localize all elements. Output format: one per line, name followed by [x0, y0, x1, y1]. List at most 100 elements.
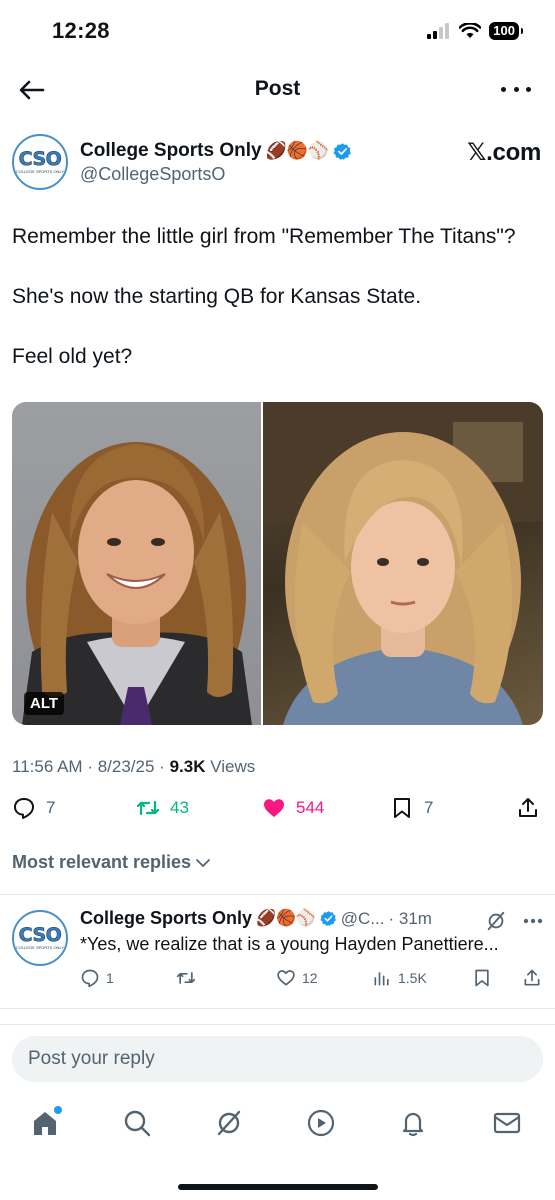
reply-input-placeholder: Post your reply — [28, 1048, 155, 1069]
reply-icon — [81, 969, 99, 988]
reply-repost-button[interactable] — [176, 968, 196, 988]
avatar[interactable]: CSO COLLEGE SPORTS ONLY — [12, 910, 68, 966]
grok-icon[interactable] — [485, 910, 507, 932]
post-text-line: She's now the starting QB for Kansas Sta… — [12, 285, 422, 308]
bell-icon — [402, 1112, 424, 1137]
sports-emojis: 🏈🏀⚾ — [265, 141, 330, 160]
reply-text: *Yes, we realize that is a young Hayden … — [80, 934, 499, 954]
share-icon — [519, 798, 537, 817]
meta-separator: · — [159, 757, 170, 776]
heart-icon — [264, 799, 284, 817]
tab-notifications[interactable] — [398, 1108, 428, 1138]
home-indicator — [178, 1184, 378, 1190]
avatar-logo-text: CSO — [18, 148, 62, 170]
avatar-logo-subtext: COLLEGE SPORTS ONLY — [15, 169, 65, 174]
reply-tools — [485, 910, 543, 932]
status-bar: 12:28 100 — [0, 0, 555, 62]
bottom-tab-bar — [0, 1104, 555, 1148]
play-circle-icon — [307, 1109, 335, 1137]
media-photo-left[interactable]: ALT — [12, 402, 261, 725]
status-icons: 100 — [427, 22, 523, 40]
avatar-logo-subtext: COLLEGE SPORTS ONLY — [15, 945, 65, 950]
wifi-icon — [459, 23, 482, 38]
author-handle[interactable]: @CollegeSportsO — [80, 164, 225, 185]
reply-views-count: 1.5K — [398, 970, 427, 986]
reply-input[interactable]: Post your reply — [12, 1036, 543, 1082]
meta-separator: · — [87, 757, 98, 776]
views-count: 9.3K — [169, 757, 206, 776]
more-options-button[interactable] — [501, 74, 531, 104]
tab-messages[interactable] — [492, 1108, 522, 1138]
reply-count: 7 — [46, 798, 56, 817]
reply-author-name[interactable]: College Sports Only — [80, 908, 252, 929]
mail-icon — [493, 1112, 521, 1134]
reply-author-handle[interactable]: @C... — [341, 909, 385, 929]
bookmark-count: 7 — [424, 798, 434, 817]
post-time: 11:56 AM — [12, 757, 83, 776]
reply-time: · 31m — [388, 908, 432, 928]
heart-outline-icon — [277, 970, 295, 986]
reply-like-count: 12 — [302, 970, 318, 986]
repost-count: 43 — [170, 798, 189, 817]
repost-icon — [176, 972, 196, 984]
top-navigation-bar: Post — [0, 62, 555, 118]
reply-share-button[interactable] — [522, 968, 542, 988]
reply-icon — [14, 798, 34, 819]
share-icon — [524, 969, 540, 986]
tab-home[interactable] — [30, 1106, 62, 1138]
author-display-name: College Sports Only — [80, 140, 262, 161]
divider — [0, 894, 555, 895]
alt-text-badge[interactable]: ALT — [24, 692, 65, 715]
divider — [0, 1008, 555, 1009]
media-photo-right[interactable] — [263, 402, 543, 725]
avatar-logo-text: CSO — [18, 924, 62, 946]
more-icon[interactable] — [523, 918, 543, 924]
views-label[interactable]: Views — [210, 757, 255, 776]
bookmark-icon — [475, 969, 489, 987]
reply-button[interactable]: 7 — [12, 796, 55, 820]
tab-search[interactable] — [122, 1108, 152, 1138]
tab-grok[interactable] — [214, 1108, 244, 1138]
post-actions: 7 43 544 7 — [12, 796, 543, 826]
page-title: Post — [254, 77, 301, 100]
post-text-line: Feel old yet? — [12, 345, 133, 368]
reply-views-button[interactable]: 1.5K — [372, 968, 427, 988]
reply-actions: 1 12 1.5K — [80, 968, 543, 994]
bookmark-icon — [394, 798, 410, 818]
more-icon — [501, 86, 506, 92]
post-text: Remember the little girl from "Remember … — [12, 222, 543, 402]
reply-post[interactable]: CSO COLLEGE SPORTS ONLY College Sports O… — [12, 906, 543, 1002]
more-icon-dot — [513, 86, 519, 92]
replies-sort-label: Most relevant replies — [12, 852, 192, 872]
post-media[interactable]: ALT — [12, 402, 543, 725]
analytics-icon — [374, 972, 389, 986]
chevron-down-icon — [196, 858, 210, 867]
post-date: 8/23/25 — [97, 757, 155, 776]
verified-badge-icon — [333, 142, 351, 160]
x-watermark: 𝕏.com — [467, 139, 541, 166]
post-author: CSO COLLEGE SPORTS ONLY College Sports O… — [12, 134, 543, 194]
share-button[interactable] — [516, 796, 540, 820]
child-photo-image — [263, 402, 543, 725]
notification-dot — [54, 1106, 62, 1114]
cellular-signal-icon — [427, 23, 450, 39]
more-icon-dot — [526, 86, 531, 92]
battery-indicator: 100 — [489, 22, 523, 40]
post-metadata: 11:56 AM · 8/23/25 · 9.3K Views — [12, 757, 255, 777]
repost-icon — [136, 800, 160, 816]
replies-sort-dropdown[interactable]: Most relevant replies — [12, 852, 211, 873]
bookmark-button[interactable]: 7 — [390, 796, 433, 820]
post-text-line: Remember the little girl from "Remember … — [12, 225, 516, 248]
avatar[interactable]: CSO COLLEGE SPORTS ONLY — [12, 134, 68, 190]
reply-reply-button[interactable]: 1 — [80, 968, 114, 988]
grok-icon — [217, 1110, 241, 1136]
sports-emojis: 🏈🏀⚾ — [256, 909, 316, 927]
reply-bookmark-button[interactable] — [472, 968, 492, 988]
status-time: 12:28 — [52, 18, 110, 43]
author-name[interactable]: College Sports Only 🏈🏀⚾ — [80, 140, 352, 162]
reply-like-button[interactable]: 12 — [276, 968, 318, 988]
repost-button[interactable]: 43 — [136, 796, 189, 820]
like-button[interactable]: 544 — [262, 796, 324, 820]
tab-video[interactable] — [306, 1108, 336, 1138]
reply-header: College Sports Only 🏈🏀⚾ @C... · 31m — [80, 908, 432, 929]
